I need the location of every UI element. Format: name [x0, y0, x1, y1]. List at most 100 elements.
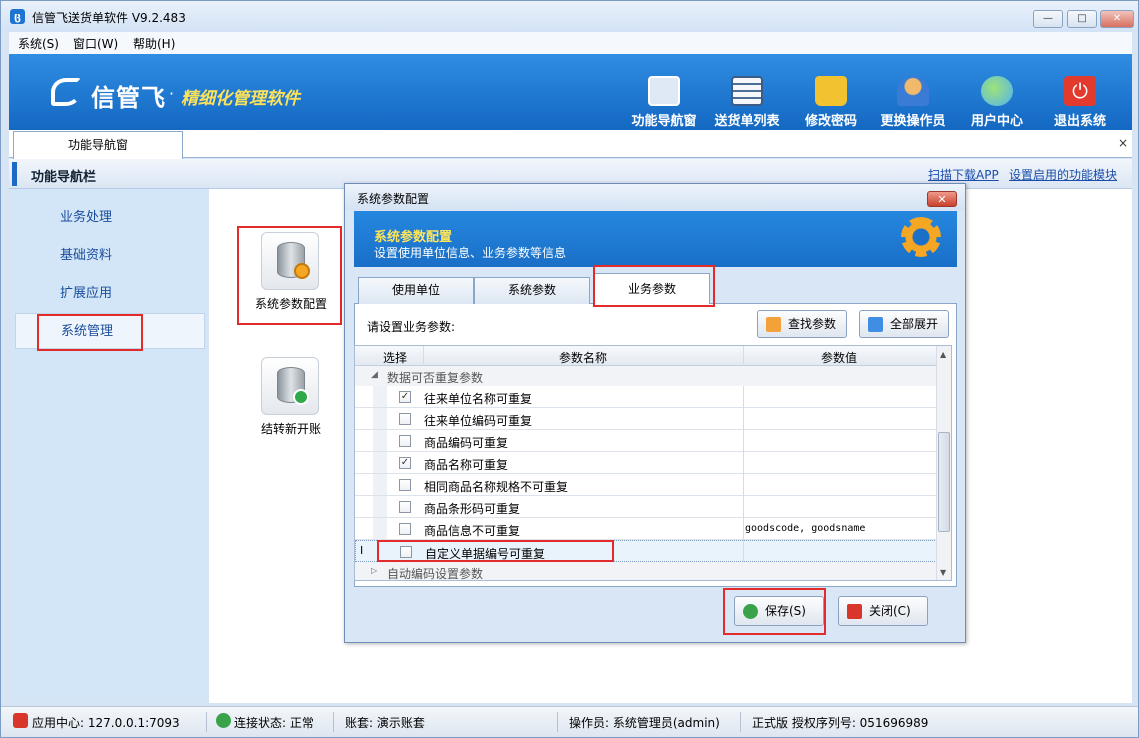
toolbar-change-password-button[interactable]: 修改密码	[793, 72, 869, 129]
close-button[interactable]: ✕	[1100, 10, 1134, 28]
col-divider	[743, 346, 744, 366]
sidebar: 业务处理 基础资料 扩展应用 系统管理	[11, 189, 208, 703]
document-tab-strip: 功能导航窗 ×	[9, 130, 1132, 159]
dialog-close-button[interactable]: ✕	[927, 191, 957, 207]
connection-ok-icon	[216, 713, 231, 728]
close-icon	[847, 604, 862, 619]
user-icon	[897, 76, 929, 106]
scroll-up-arrow-icon[interactable]: ▲	[940, 350, 946, 359]
scroll-down-arrow-icon[interactable]: ▼	[940, 568, 946, 577]
toolbar-nav-window-button[interactable]: 功能导航窗	[626, 72, 702, 129]
group-row-auto-code-params[interactable]: ▷ 自动编码设置参数	[355, 562, 937, 580]
main-window: ც 信管飞送货单软件 V9.2.483 — □ ✕ 系统(S) 窗口(W) 帮助…	[0, 0, 1139, 738]
toolbar-exit-button[interactable]: ⏻ 退出系统	[1042, 72, 1118, 129]
lock-icon	[815, 76, 847, 106]
param-row[interactable]: 商品编码可重复	[355, 430, 937, 452]
row-checkbox[interactable]	[399, 501, 411, 513]
param-row[interactable]: 商品条形码可重复	[355, 496, 937, 518]
close-dialog-button[interactable]: 关闭(C)	[838, 596, 928, 626]
menu-system[interactable]: 系统(S)	[18, 35, 59, 52]
col-param-value[interactable]: 参数值	[821, 349, 857, 366]
system-params-dialog: 系统参数配置 ✕ 系统参数配置 设置使用单位信息、业务参数等信息 使用单位 系统…	[344, 183, 966, 643]
nav-header-title: 功能导航栏	[31, 170, 97, 185]
grid-scrollbar[interactable]: ▲ ▼	[936, 346, 951, 580]
status-divider	[206, 712, 207, 732]
expand-all-button[interactable]: 全部展开	[859, 310, 949, 338]
carry-forward-module-button[interactable]	[261, 357, 319, 415]
highlight-box	[723, 588, 826, 635]
group-row-duplicate-params[interactable]: ◢ 数据可否重复参数	[355, 366, 937, 386]
col-divider	[423, 346, 424, 366]
sidebar-item-extensions[interactable]: 扩展应用	[15, 276, 205, 312]
search-icon	[766, 317, 781, 332]
status-bar: 应用中心: 127.0.0.1:7093 连接状态: 正常 账套: 演示账套 操…	[1, 706, 1138, 737]
row-checkbox[interactable]	[399, 523, 411, 535]
param-row[interactable]: ✓ 往来单位名称可重复	[355, 386, 937, 408]
menu-bar: 系统(S) 窗口(W) 帮助(H)	[9, 32, 1132, 54]
status-app-center: 应用中心: 127.0.0.1:7093	[32, 716, 180, 730]
row-checkbox[interactable]: ✓	[399, 457, 411, 469]
status-divider	[557, 712, 558, 732]
dialog-title-bar: 系统参数配置 ✕	[345, 184, 965, 210]
maximize-button[interactable]: □	[1067, 10, 1097, 28]
expand-triangle-icon[interactable]: ▷	[371, 566, 377, 575]
brand-slogan: 精细化管理软件	[181, 89, 300, 109]
status-connection: 连接状态: 正常	[234, 716, 314, 730]
menu-window[interactable]: 窗口(W)	[73, 35, 118, 52]
param-row[interactable]: 商品信息不可重复 goodscode, goodsname	[355, 518, 937, 540]
status-divider	[333, 712, 334, 732]
nav-header-accent	[12, 162, 17, 186]
grid-header: 选择 参数名称 参数值	[355, 346, 937, 366]
collapse-triangle-icon[interactable]: ◢	[371, 370, 378, 380]
gear-icon	[901, 217, 941, 257]
menu-help[interactable]: 帮助(H)	[133, 35, 175, 52]
status-license: 正式版 授权序列号: 051696989	[752, 716, 929, 730]
status-account: 账套: 演示账套	[345, 716, 425, 730]
row-cursor-indicator: I	[360, 544, 364, 557]
scroll-thumb[interactable]	[938, 432, 950, 532]
highlight-box	[237, 226, 342, 325]
status-operator: 操作员: 系统管理员(admin)	[569, 716, 720, 730]
row-checkbox[interactable]	[399, 413, 411, 425]
title-bar: ც 信管飞送货单软件 V9.2.483 — □ ✕	[1, 1, 1138, 32]
brand-separator: ·	[169, 84, 175, 103]
param-value[interactable]: goodscode, goodsname	[745, 523, 865, 534]
brand-logo-icon	[51, 78, 81, 106]
minimize-button[interactable]: —	[1033, 10, 1063, 28]
tab-close-icon[interactable]: ×	[1118, 136, 1128, 150]
toolbar-user-center-button[interactable]: 用户中心	[959, 72, 1035, 129]
toolbar-switch-operator-button[interactable]: 更换操作员	[875, 72, 951, 129]
globe-icon	[981, 76, 1013, 106]
param-row[interactable]: 相同商品名称规格不可重复	[355, 474, 937, 496]
param-row[interactable]: ✓ 商品名称可重复	[355, 452, 937, 474]
row-checkbox[interactable]	[399, 435, 411, 447]
highlight-box	[37, 314, 143, 351]
col-param-name[interactable]: 参数名称	[559, 349, 607, 366]
app-center-icon	[13, 713, 28, 728]
brand-name: 信管飞	[91, 84, 166, 112]
scan-download-app-link[interactable]: 扫描下载APP	[928, 166, 999, 183]
tab-using-unit[interactable]: 使用单位	[358, 277, 474, 304]
col-select[interactable]: 选择	[383, 349, 407, 366]
toolbar-delivery-list-button[interactable]: 送货单列表	[709, 72, 785, 129]
highlight-box	[377, 540, 614, 562]
dialog-banner-title: 系统参数配置	[374, 230, 453, 245]
dialog-banner-subtitle: 设置使用单位信息、业务参数等信息	[374, 246, 567, 260]
tab-system-params[interactable]: 系统参数	[474, 277, 590, 304]
col-divider	[743, 386, 744, 562]
app-logo-icon: ც	[10, 9, 25, 24]
sidebar-item-basic-data[interactable]: 基础资料	[15, 238, 205, 274]
expand-icon	[868, 317, 883, 332]
carry-forward-module-label: 结转新开账	[260, 422, 321, 436]
sidebar-item-business[interactable]: 业务处理	[15, 200, 205, 236]
enabled-modules-link[interactable]: 设置启用的功能模块	[1009, 166, 1117, 183]
params-prompt: 请设置业务参数:	[367, 320, 456, 334]
list-icon	[731, 76, 763, 106]
row-checkbox[interactable]	[399, 479, 411, 491]
row-checkbox[interactable]: ✓	[399, 391, 411, 403]
find-params-button[interactable]: 查找参数	[757, 310, 847, 338]
tab-nav-window[interactable]: 功能导航窗	[13, 131, 183, 159]
dialog-title: 系统参数配置	[357, 192, 430, 206]
param-row[interactable]: 往来单位编码可重复	[355, 408, 937, 430]
dialog-banner: 系统参数配置 设置使用单位信息、业务参数等信息	[354, 211, 957, 267]
